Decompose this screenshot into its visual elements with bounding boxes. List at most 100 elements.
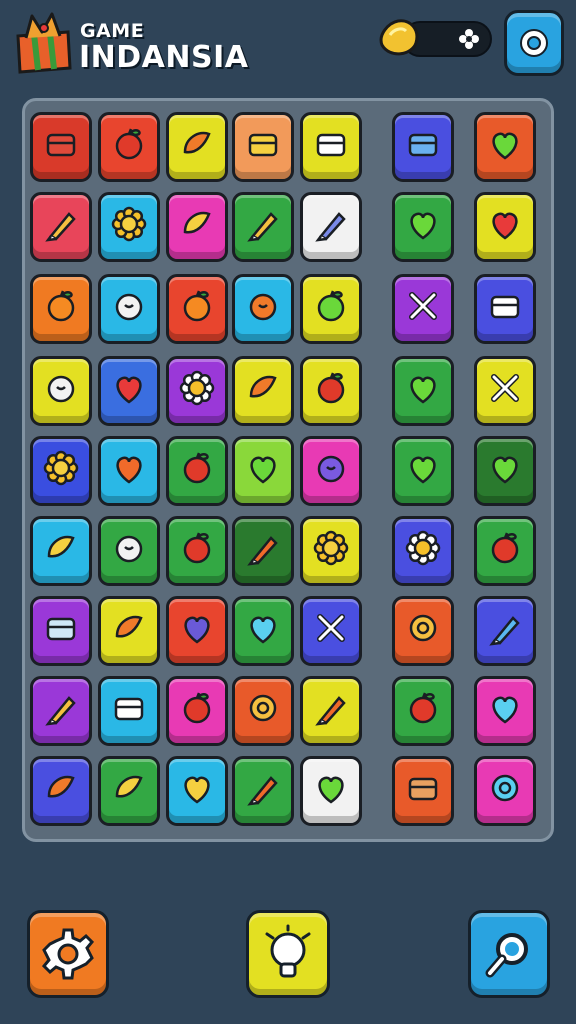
game-tile[interactable]: [98, 274, 160, 344]
drumstick-icon: [489, 616, 520, 647]
search-button[interactable]: [468, 910, 550, 998]
turtle-icon: [47, 376, 75, 403]
game-tile[interactable]: [30, 274, 92, 344]
game-tile[interactable]: [300, 436, 362, 506]
lemon-icon: [47, 536, 75, 558]
game-tile[interactable]: [300, 756, 362, 826]
battery-icon: [316, 134, 346, 157]
game-tile[interactable]: [232, 112, 294, 182]
game-tile[interactable]: [98, 356, 160, 426]
garlic-icon: [115, 294, 143, 321]
game-tile[interactable]: [166, 596, 228, 666]
game-tile[interactable]: [166, 274, 228, 344]
pencil-icon: [45, 212, 76, 243]
green-blob-icon: [410, 376, 436, 404]
game-tile[interactable]: [232, 676, 294, 746]
game-tile[interactable]: [98, 436, 160, 506]
lime-blob-icon: [410, 456, 436, 484]
marker-icon: [315, 212, 346, 243]
hint-button[interactable]: [246, 910, 330, 998]
ring-icon: [249, 695, 277, 722]
game-tile[interactable]: [300, 356, 362, 426]
game-tile[interactable]: [30, 676, 92, 746]
radish-icon: [317, 456, 345, 483]
game-tile[interactable]: [392, 756, 454, 826]
game-tile[interactable]: [30, 516, 92, 586]
ice-cream-icon: [45, 696, 76, 727]
game-tile[interactable]: [98, 192, 160, 262]
heart-fruit-icon: [492, 212, 518, 240]
cabbage-icon: [115, 536, 143, 563]
game-tile[interactable]: [474, 516, 536, 586]
game-tile[interactable]: [30, 436, 92, 506]
game-tile[interactable]: [30, 112, 92, 182]
game-tile[interactable]: [166, 756, 228, 826]
cherry-icon: [183, 452, 211, 484]
game-tile[interactable]: [98, 676, 160, 746]
white-flower-icon: [179, 371, 215, 406]
game-tile[interactable]: [474, 756, 536, 826]
lightbulb-icon: [265, 924, 311, 978]
plum-icon: [184, 616, 210, 644]
melon-icon: [250, 456, 276, 484]
game-tile[interactable]: [30, 756, 92, 826]
game-tile[interactable]: [392, 676, 454, 746]
game-tile[interactable]: [30, 596, 92, 666]
game-tile[interactable]: [166, 356, 228, 426]
game-tile[interactable]: [300, 676, 362, 746]
game-tile[interactable]: [392, 516, 454, 586]
game-tile[interactable]: [166, 192, 228, 262]
game-logo-icon: [16, 12, 72, 74]
game-tile[interactable]: [392, 596, 454, 666]
game-tile[interactable]: [30, 356, 92, 426]
game-tile[interactable]: [474, 596, 536, 666]
game-tile[interactable]: [98, 112, 160, 182]
game-tile[interactable]: [98, 756, 160, 826]
game-tile[interactable]: [232, 436, 294, 506]
game-tile[interactable]: [166, 436, 228, 506]
game-tile[interactable]: [300, 596, 362, 666]
game-tile[interactable]: [474, 112, 536, 182]
banana-bunch-icon: [115, 776, 143, 798]
game-tile[interactable]: [300, 516, 362, 586]
game-tile[interactable]: [166, 676, 228, 746]
jelly-icon: [116, 456, 142, 484]
blue-egg-icon: [250, 616, 276, 644]
orange-icon: [47, 290, 75, 322]
settings-footer-button[interactable]: [27, 910, 109, 998]
game-tile[interactable]: [232, 756, 294, 826]
game-tile[interactable]: [232, 274, 294, 344]
game-tile[interactable]: [300, 112, 362, 182]
game-tile[interactable]: [232, 192, 294, 262]
carrot-icon: [247, 536, 278, 567]
game-tile[interactable]: [30, 192, 92, 262]
game-tile[interactable]: [392, 436, 454, 506]
settings-button[interactable]: [504, 10, 564, 76]
game-tile[interactable]: [98, 596, 160, 666]
butter-icon: [248, 134, 278, 157]
game-tile[interactable]: [232, 356, 294, 426]
game-tile[interactable]: [166, 516, 228, 586]
game-tile[interactable]: [166, 112, 228, 182]
game-tile[interactable]: [474, 436, 536, 506]
game-tile[interactable]: [392, 356, 454, 426]
game-tile[interactable]: [392, 112, 454, 182]
game-tile[interactable]: [474, 356, 536, 426]
crossed-tools-icon: [409, 292, 437, 321]
game-tile[interactable]: [392, 274, 454, 344]
game-tile[interactable]: [232, 516, 294, 586]
game-tile[interactable]: [300, 192, 362, 262]
chili-icon: [247, 776, 278, 807]
log-icon: [408, 778, 438, 801]
apple-icon: [409, 692, 437, 724]
game-tile[interactable]: [474, 274, 536, 344]
paper-plane-icon: [491, 374, 519, 403]
game-tile[interactable]: [392, 192, 454, 262]
game-tile[interactable]: [474, 192, 536, 262]
croissant-icon: [47, 776, 75, 798]
game-tile[interactable]: [98, 516, 160, 586]
yellow-blob-icon: [184, 776, 210, 804]
game-tile[interactable]: [300, 274, 362, 344]
game-tile[interactable]: [474, 676, 536, 746]
game-tile[interactable]: [232, 596, 294, 666]
